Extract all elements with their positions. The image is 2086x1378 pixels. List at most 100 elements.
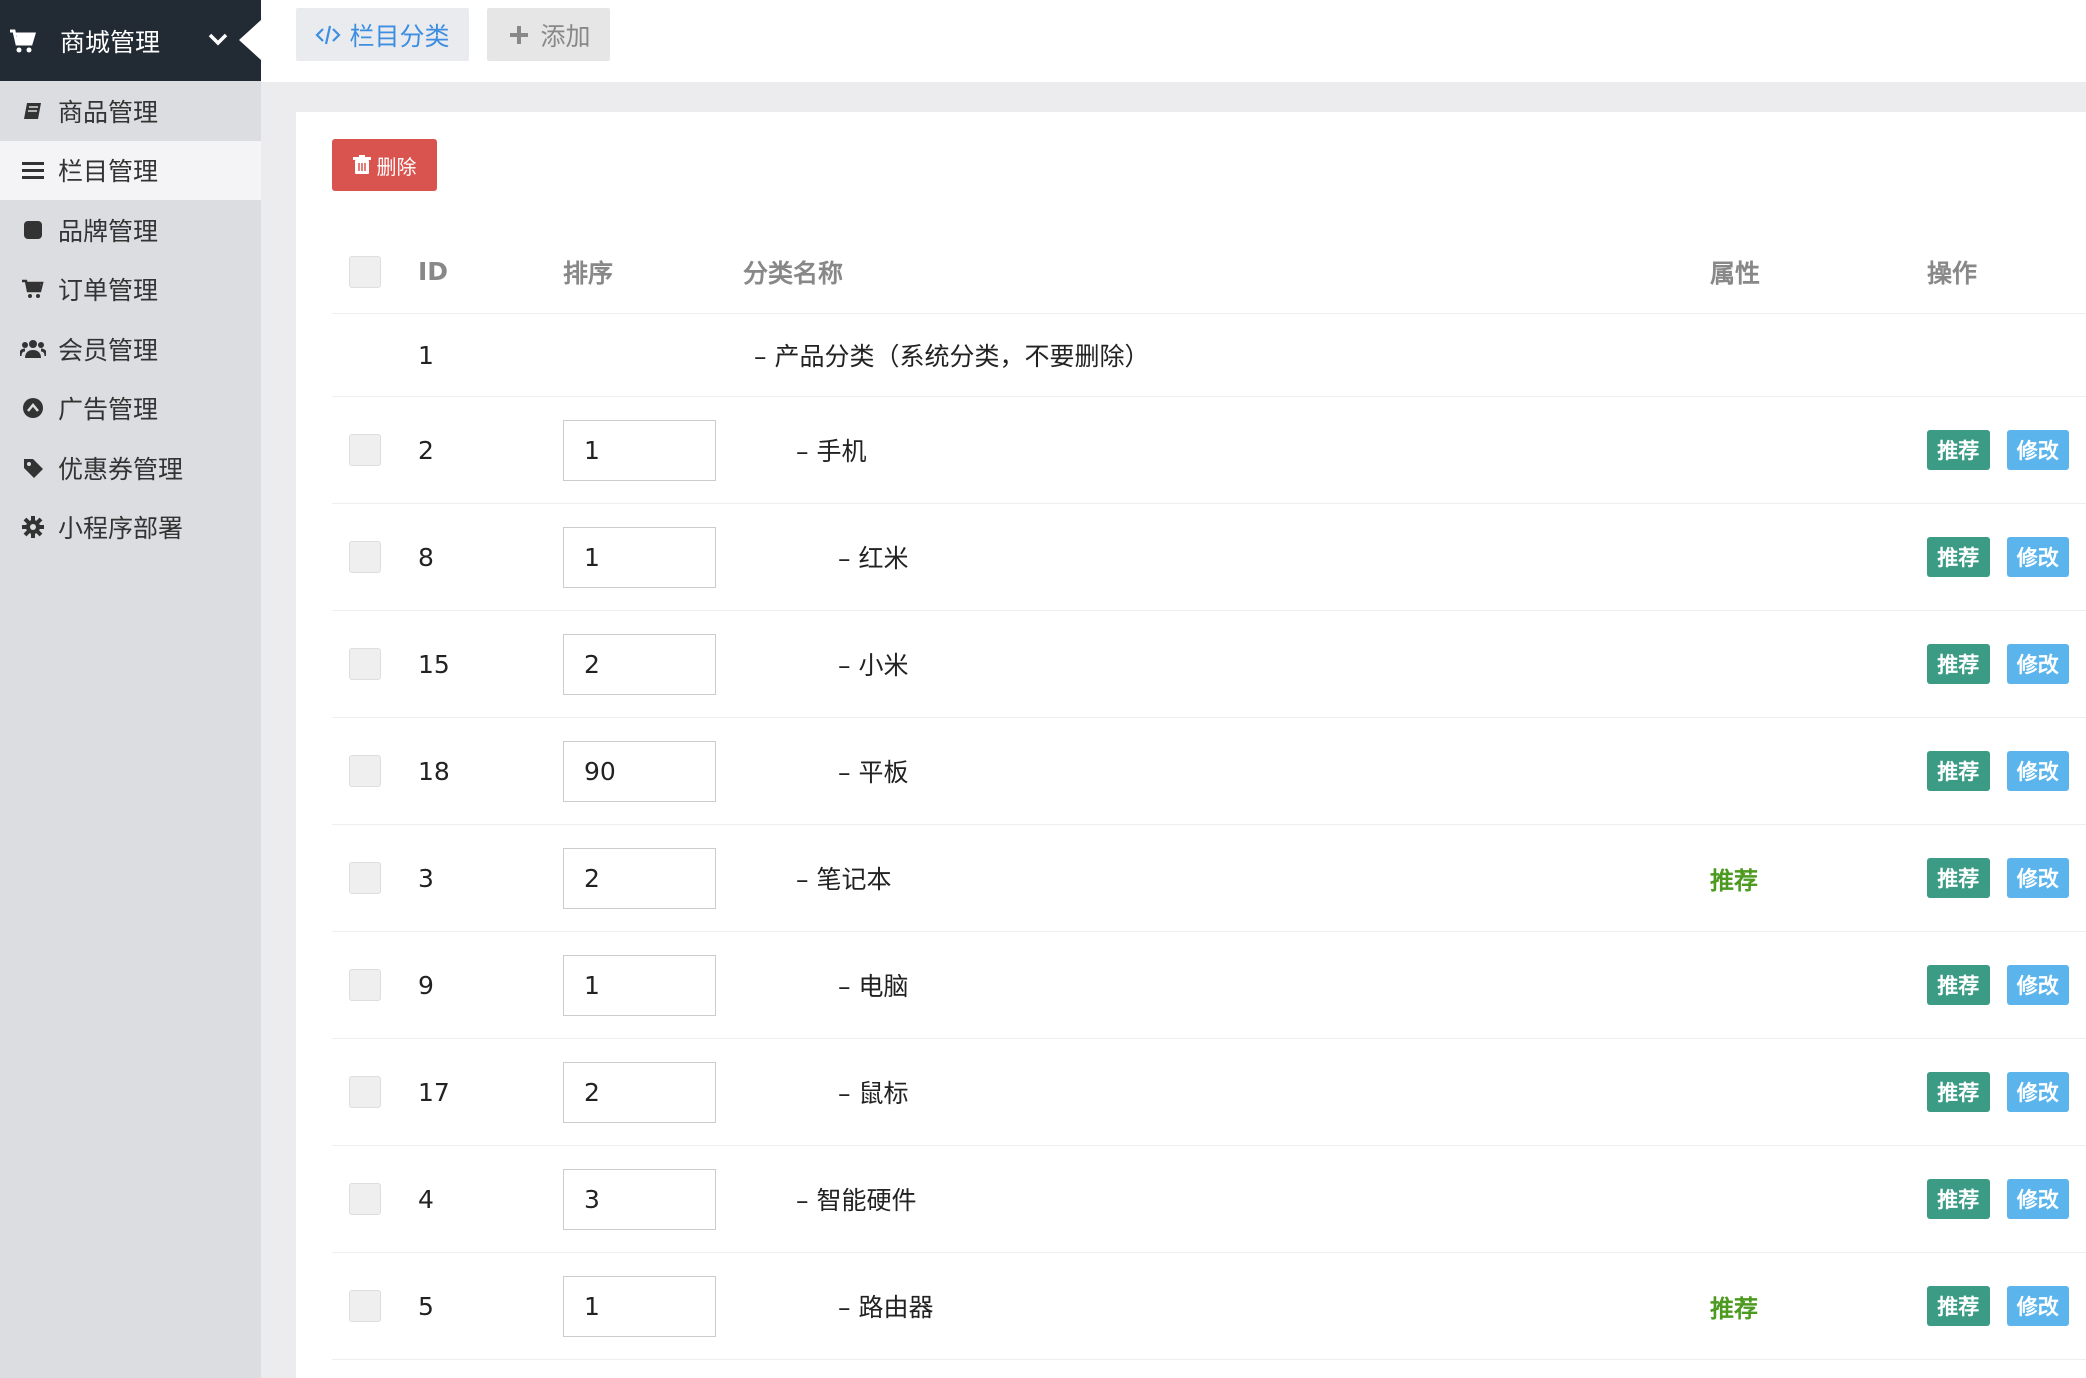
row-name: – 小米: [838, 651, 909, 680]
sidebar-item-2[interactable]: 品牌管理: [0, 200, 261, 260]
header-ops: 操作: [1927, 258, 1978, 288]
row-checkbox[interactable]: [349, 648, 381, 680]
sidebar: 商城管理 商品管理栏目管理品牌管理订单管理会员管理广告管理优惠券管理小程序部署: [0, 0, 261, 1378]
tab-category-label: 栏目分类: [349, 21, 450, 51]
sidebar-item-1[interactable]: 栏目管理: [0, 140, 261, 200]
edit-button[interactable]: 修改: [2006, 537, 2069, 577]
recommend-button[interactable]: 推荐: [1927, 965, 1990, 1005]
sidebar-item-label: 栏目管理: [58, 157, 159, 187]
sidebar-item-label: 广告管理: [58, 395, 159, 425]
sidebar-notch: [239, 20, 261, 60]
row-id: 18: [418, 756, 450, 786]
tag-icon: [20, 455, 46, 481]
book-icon: [20, 98, 46, 124]
row-checkbox[interactable]: [349, 1183, 381, 1215]
edit-button[interactable]: 修改: [2006, 858, 2069, 898]
recommend-button[interactable]: 推荐: [1927, 537, 1990, 577]
row-id: 15: [418, 649, 450, 679]
sidebar-header-shop-management[interactable]: 商城管理: [0, 0, 261, 81]
sort-input[interactable]: [563, 1275, 716, 1337]
row-id: 8: [418, 542, 434, 572]
category-table: ID 排序 分类名称 属性 操作 1 – 产品分类（系统分类，不要删除） 2 – …: [332, 230, 2086, 1360]
table-row: 8 – 红米 推荐修改: [332, 504, 2086, 611]
row-checkbox[interactable]: [349, 1290, 381, 1322]
row-name: – 鼠标: [838, 1079, 909, 1108]
edit-button[interactable]: 修改: [2006, 1179, 2069, 1219]
table-row: 5– 路由器推荐推荐修改: [332, 1253, 2086, 1360]
sort-input[interactable]: [563, 1168, 716, 1230]
edit-button[interactable]: 修改: [2006, 430, 2069, 470]
row-attr: 推荐: [1710, 1294, 1758, 1323]
code-icon: [315, 22, 342, 48]
sort-input[interactable]: [563, 633, 716, 695]
square-icon: [20, 217, 46, 243]
row-checkbox[interactable]: [349, 434, 381, 466]
cart-icon: [20, 276, 46, 302]
header-name: 分类名称: [743, 258, 844, 288]
sidebar-item-4[interactable]: 会员管理: [0, 319, 261, 379]
recommend-button[interactable]: 推荐: [1927, 644, 1990, 684]
recommend-button[interactable]: 推荐: [1927, 1179, 1990, 1219]
sidebar-item-label: 会员管理: [58, 335, 159, 365]
row-id: 1: [418, 340, 434, 370]
sort-input[interactable]: [563, 954, 716, 1016]
row-name: – 手机: [796, 437, 867, 466]
row-id: 5: [418, 1291, 434, 1321]
row-name: – 笔记本: [796, 865, 892, 894]
row-checkbox[interactable]: [349, 969, 381, 1001]
trash-icon: [352, 155, 371, 175]
edit-button[interactable]: 修改: [2006, 1286, 2069, 1326]
tab-category[interactable]: 栏目分类: [296, 8, 469, 61]
table-row: 2 – 手机 推荐修改: [332, 397, 2086, 504]
recommend-button[interactable]: 推荐: [1927, 430, 1990, 470]
sidebar-item-6[interactable]: 优惠券管理: [0, 438, 261, 498]
table-row: 18 – 平板 推荐修改: [332, 718, 2086, 825]
sort-input[interactable]: [563, 1061, 716, 1123]
row-name: – 路由器: [838, 1293, 934, 1322]
table-row: 4 – 智能硬件 推荐修改: [332, 1146, 2086, 1253]
row-name: – 平板: [838, 758, 909, 787]
edit-button[interactable]: 修改: [2006, 644, 2069, 684]
row-checkbox[interactable]: [349, 1076, 381, 1108]
recommend-button[interactable]: 推荐: [1927, 1286, 1990, 1326]
sidebar-item-7[interactable]: 小程序部署: [0, 498, 261, 558]
table-header-row: ID 排序 分类名称 属性 操作: [332, 230, 2086, 314]
table-row: 3– 笔记本推荐推荐修改: [332, 825, 2086, 932]
sort-input[interactable]: [563, 847, 716, 909]
row-checkbox[interactable]: [349, 862, 381, 894]
header-sort: 排序: [563, 258, 614, 288]
recommend-button[interactable]: 推荐: [1927, 751, 1990, 791]
chevron-down-icon[interactable]: [205, 26, 231, 52]
row-name: – 电脑: [838, 972, 909, 1001]
row-id: 9: [418, 970, 434, 1000]
header-id: ID: [418, 257, 449, 286]
edit-button[interactable]: 修改: [2006, 965, 2069, 1005]
row-checkbox[interactable]: [349, 541, 381, 573]
row-id: 4: [418, 1184, 434, 1214]
edit-button[interactable]: 修改: [2006, 1072, 2069, 1112]
table-row: 17 – 鼠标 推荐修改: [332, 1039, 2086, 1146]
sidebar-item-label: 品牌管理: [58, 216, 159, 246]
sidebar-item-label: 优惠券管理: [58, 454, 184, 484]
delete-button[interactable]: 删除: [332, 139, 437, 191]
tab-add[interactable]: 添加: [487, 8, 610, 61]
table-row-root: 1 – 产品分类（系统分类，不要删除）: [332, 314, 2086, 397]
sidebar-item-5[interactable]: 广告管理: [0, 379, 261, 439]
table-row: 9 – 电脑 推荐修改: [332, 932, 2086, 1039]
sort-input[interactable]: [563, 526, 716, 588]
select-all-checkbox[interactable]: [349, 255, 381, 288]
content-panel: 删除 ID 排序 分类名称 属性 操作 1 – 产品分类（系统分类，不要删除） …: [296, 112, 2086, 1378]
row-checkbox[interactable]: [349, 755, 381, 787]
delete-button-label: 删除: [376, 154, 417, 179]
sort-input[interactable]: [563, 419, 716, 481]
sort-input[interactable]: [563, 740, 716, 802]
sidebar-item-label: 小程序部署: [58, 514, 184, 544]
row-name: – 产品分类（系统分类，不要删除）: [754, 342, 1150, 371]
recommend-button[interactable]: 推荐: [1927, 858, 1990, 898]
edit-button[interactable]: 修改: [2006, 751, 2069, 791]
list-icon: [20, 157, 46, 183]
row-attr: 推荐: [1710, 866, 1758, 895]
recommend-button[interactable]: 推荐: [1927, 1072, 1990, 1112]
sidebar-item-3[interactable]: 订单管理: [0, 260, 261, 320]
sidebar-item-0[interactable]: 商品管理: [0, 81, 261, 141]
